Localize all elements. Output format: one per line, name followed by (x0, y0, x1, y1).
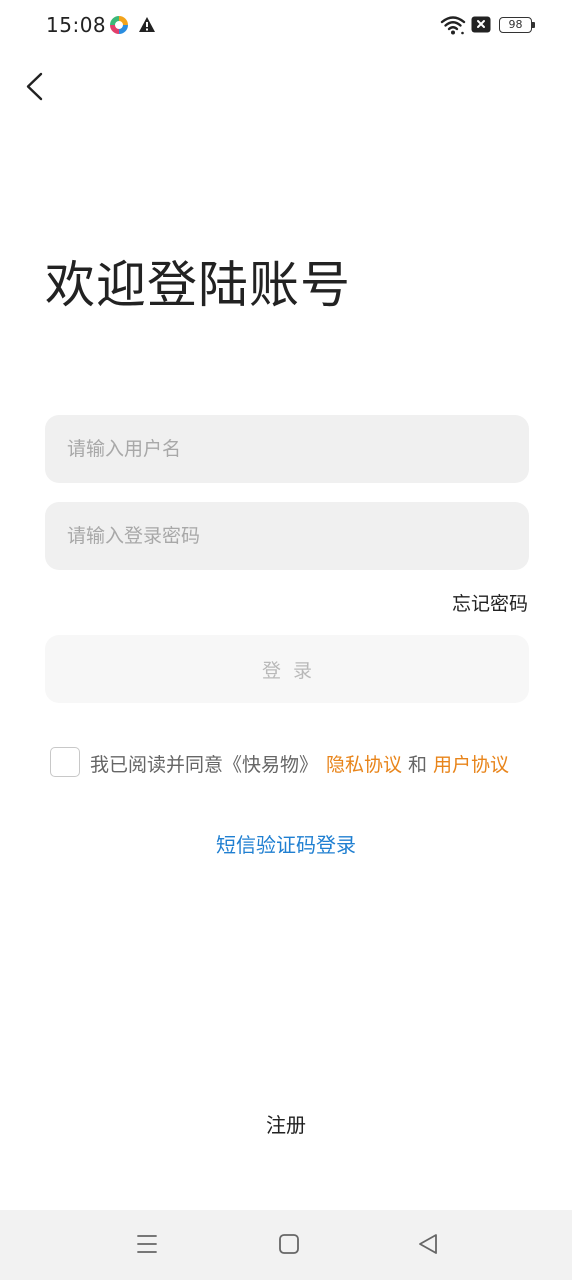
sms-login-label[interactable]: 短信验证码登录 (216, 833, 356, 857)
system-nav-bar (0, 1210, 572, 1280)
agreement-text: 我已阅读并同意《快易物》 隐私协议和用户协议 (90, 750, 509, 777)
status-bar: 15:08 98 (0, 0, 572, 52)
back-triangle-icon[interactable] (416, 1232, 440, 1256)
password-input[interactable] (45, 502, 529, 570)
battery-icon: 98 (499, 17, 535, 33)
battery-tip (532, 22, 535, 28)
app-notification-icon (110, 16, 128, 34)
chevron-left-icon (26, 72, 43, 101)
login-screen: 15:08 98 欢迎登陆账号 请输入用户名 忘记密码 登录 我已阅读并同意《快… (0, 0, 572, 1280)
home-icon[interactable] (277, 1232, 301, 1256)
page-title: 欢迎登陆账号 (45, 256, 351, 314)
privacy-policy-link[interactable]: 隐私协议 (326, 754, 402, 776)
menu-icon[interactable] (135, 1232, 159, 1256)
login-button[interactable]: 登录 (45, 635, 529, 703)
warning-icon (139, 17, 155, 32)
sms-login-link: 短信验证码登录 (0, 829, 572, 858)
sim-icon (471, 16, 491, 33)
user-agreement-link[interactable]: 用户协议 (433, 754, 509, 776)
wifi-icon (440, 16, 466, 35)
back-button[interactable] (18, 66, 54, 106)
status-time: 15:08 (46, 13, 107, 37)
agreement-and: 和 (408, 754, 428, 776)
agreement-prefix: 我已阅读并同意《快易物》 (90, 754, 319, 776)
battery-level: 98 (499, 17, 532, 33)
register-label[interactable]: 注册 (266, 1113, 306, 1137)
forgot-password-link[interactable]: 忘记密码 (452, 589, 528, 616)
register-link: 注册 (0, 1109, 572, 1138)
agreement-checkbox[interactable] (50, 747, 80, 777)
username-input[interactable] (45, 415, 529, 483)
